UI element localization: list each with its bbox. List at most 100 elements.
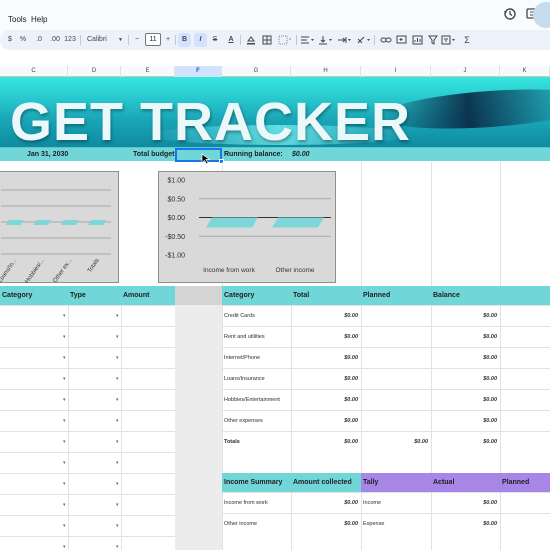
menu-help[interactable]: Help (31, 15, 47, 24)
dropdown-arrow-icon[interactable]: ▾ (63, 397, 66, 403)
filter-icon[interactable] (428, 35, 438, 45)
dropdown-arrow-icon[interactable]: ▾ (116, 481, 119, 487)
expense-balance-cell[interactable]: $0.00 (457, 334, 497, 340)
income-category-cell[interactable]: Income from work (224, 500, 268, 506)
text-color-button[interactable]: A (226, 33, 236, 47)
column-header-f[interactable]: F (175, 66, 222, 77)
functions-button[interactable]: Σ (462, 33, 472, 47)
expense-total-cell[interactable]: $0.00 (318, 418, 358, 424)
fill-color-icon[interactable] (246, 35, 256, 45)
dropdown-arrow-icon[interactable]: ▾ (63, 523, 66, 529)
text-rotation-icon[interactable] (356, 35, 370, 45)
row-divider (0, 410, 175, 411)
align-icon[interactable] (300, 35, 314, 45)
text-wrap-icon[interactable] (337, 35, 351, 45)
column-header-g[interactable]: G (222, 66, 291, 77)
dropdown-arrow-icon[interactable]: ▾ (116, 397, 119, 403)
insert-comment-icon[interactable] (396, 35, 408, 45)
expense-balance-cell[interactable]: $0.00 (457, 313, 497, 319)
dropdown-arrow-icon[interactable]: ▾ (63, 313, 66, 319)
dropdown-arrow-icon[interactable]: ▾ (63, 334, 66, 340)
insert-link-icon[interactable] (380, 35, 392, 45)
dropdown-arrow-icon[interactable]: ▾ (63, 376, 66, 382)
expense-total-cell[interactable]: $0.00 (318, 397, 358, 403)
column-header-j[interactable]: J (431, 66, 500, 77)
income-tally-cell[interactable]: Expense (363, 521, 384, 527)
expense-total-cell[interactable]: $0.00 (318, 334, 358, 340)
menu-tools[interactable]: Tools (8, 15, 27, 24)
borders-icon[interactable] (262, 35, 272, 45)
dropdown-arrow-icon[interactable]: ▾ (63, 439, 66, 445)
income-actual-cell[interactable]: $0.00 (457, 500, 497, 506)
expense-category-cell[interactable]: Totals (224, 439, 240, 445)
currency-button[interactable]: $ (6, 33, 14, 47)
dropdown-arrow-icon[interactable]: ▾ (116, 376, 119, 382)
expense-total-cell[interactable]: $0.00 (318, 439, 358, 445)
sheet-grid[interactable]: GET TRACKER Jan 31, 2030 Total budget: R… (0, 77, 550, 550)
expense-category-cell[interactable]: Credit Cards (224, 313, 255, 319)
dropdown-arrow-icon[interactable]: ▾ (116, 502, 119, 508)
expense-balance-cell[interactable]: $0.00 (457, 397, 497, 403)
expense-balance-cell[interactable]: $0.00 (457, 439, 497, 445)
increase-decimal-button[interactable]: .00 (48, 33, 62, 47)
dropdown-arrow-icon[interactable]: ▾ (63, 460, 66, 466)
expense-balance-cell[interactable]: $0.00 (457, 376, 497, 382)
more-formats-button[interactable]: 123 (64, 33, 76, 47)
dropdown-arrow-icon[interactable]: ▾ (116, 334, 119, 340)
history-icon[interactable] (502, 6, 518, 22)
expense-chart[interactable]: Loans/In... Hobbies/... Other ex... Totals (0, 171, 119, 284)
expense-category-cell[interactable]: Loans/Insurance (224, 376, 265, 382)
dropdown-arrow-icon[interactable]: ▾ (116, 523, 119, 529)
expense-balance-cell[interactable]: $0.00 (457, 355, 497, 361)
font-select[interactable]: Calibri (87, 33, 107, 47)
font-size-input[interactable]: 11 (145, 33, 161, 46)
income-category-cell[interactable]: Other income (224, 521, 257, 527)
dropdown-arrow-icon[interactable]: ▾ (116, 544, 119, 550)
income-amount-cell[interactable]: $0.00 (318, 521, 358, 527)
filter-views-icon[interactable] (441, 35, 455, 45)
dropdown-arrow-icon[interactable]: ▾ (116, 313, 119, 319)
expense-category-cell[interactable]: Other expenses (224, 418, 263, 424)
merge-cells-icon[interactable] (278, 35, 292, 45)
dropdown-arrow-icon[interactable]: ▾ (63, 481, 66, 487)
selected-cell-f[interactable] (175, 148, 222, 162)
bold-button[interactable]: B (178, 33, 191, 47)
font-size-increase-button[interactable]: + (164, 33, 172, 47)
column-header-h[interactable]: H (291, 66, 361, 77)
insert-chart-icon[interactable] (412, 35, 424, 45)
decrease-decimal-button[interactable]: .0 (33, 33, 45, 47)
dropdown-arrow-icon[interactable]: ▾ (63, 502, 66, 508)
dropdown-arrow-icon[interactable]: ▾ (116, 418, 119, 424)
font-size-decrease-button[interactable]: − (133, 33, 141, 47)
dropdown-arrow-icon[interactable]: ▾ (63, 544, 66, 550)
dropdown-arrow-icon[interactable]: ▾ (116, 355, 119, 361)
strikethrough-button[interactable]: S (210, 33, 220, 47)
column-header-k[interactable]: K (500, 66, 550, 77)
column-header-d[interactable]: D (68, 66, 121, 77)
expense-category-cell[interactable]: Hobbies/Entertainment (224, 397, 280, 403)
toolbar-divider (80, 35, 81, 45)
dropdown-arrow-icon[interactable]: ▾ (63, 418, 66, 424)
expense-balance-cell[interactable]: $0.00 (457, 418, 497, 424)
dropdown-arrow-icon[interactable]: ▾ (116, 460, 119, 466)
italic-button[interactable]: I (194, 33, 207, 47)
expense-total-cell[interactable]: $0.00 (318, 376, 358, 382)
expense-category-cell[interactable]: Internet/Phone (224, 355, 260, 361)
expense-total-cell[interactable]: $0.00 (318, 313, 358, 319)
vertical-align-icon[interactable] (318, 35, 332, 45)
column-header-c[interactable]: C (0, 66, 68, 77)
account-avatar[interactable] (533, 2, 550, 28)
income-chart[interactable]: $1.00 $0.50 $0.00 -$0.50 -$1.00 Income from w… (158, 171, 336, 283)
expense-total-cell[interactable]: $0.00 (318, 355, 358, 361)
dropdown-arrow-icon[interactable]: ▾ (116, 439, 119, 445)
percent-button[interactable]: % (19, 33, 27, 47)
income-amount-cell[interactable]: $0.00 (318, 500, 358, 506)
expense-planned-cell[interactable]: $0.00 (388, 439, 428, 445)
income-tally-cell[interactable]: Income (363, 500, 381, 506)
column-header-e[interactable]: E (121, 66, 175, 77)
income-actual-cell[interactable]: $0.00 (457, 521, 497, 527)
expense-category-cell[interactable]: Rent and utilities (224, 334, 265, 340)
column-header-i[interactable]: I (361, 66, 431, 77)
dropdown-arrow-icon[interactable]: ▾ (63, 355, 66, 361)
font-dropdown-icon[interactable]: ▼ (118, 33, 123, 47)
